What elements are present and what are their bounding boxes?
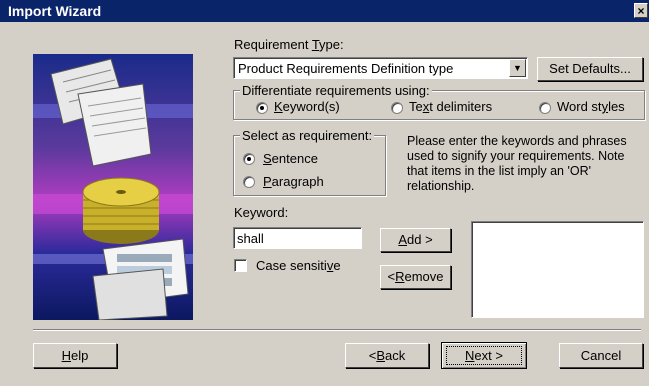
requirement-type-label-pre: Requirement: [234, 37, 312, 52]
requirement-type-label-post: ype:: [319, 37, 344, 52]
instructions-text: Please enter the keywords and phrases us…: [407, 134, 627, 193]
radio-keywords-hotkey: K: [274, 99, 283, 114]
cancel-label: Cancel: [580, 348, 622, 363]
radio-text-delimiters-label[interactable]: Text delimiters: [409, 99, 492, 114]
next-focus-ring: [446, 346, 522, 365]
chevron-down-icon: ▼: [513, 63, 522, 73]
help-button[interactable]: Help: [33, 343, 117, 368]
add-button[interactable]: Add >: [380, 228, 451, 252]
back-pre: <: [368, 348, 377, 363]
remove-hotkey: R: [395, 269, 405, 284]
radio-paragraph-rest: aragraph: [271, 174, 324, 189]
keyword-input-value: shall: [237, 231, 264, 246]
radio-sentence-rest: entence: [271, 151, 318, 166]
radio-text-delimiters[interactable]: [391, 102, 403, 114]
case-sensitive-checkbox[interactable]: [234, 259, 247, 272]
keyword-input[interactable]: shall: [233, 227, 362, 249]
close-icon: ×: [637, 4, 645, 18]
help-label: elp: [71, 348, 89, 363]
keyword-list[interactable]: [471, 221, 644, 318]
radio-paragraph-hotkey: P: [263, 174, 272, 189]
back-label: ack: [385, 348, 406, 363]
radio-word-styles[interactable]: [539, 102, 551, 114]
radio-text-delimiters-rest: t delimiters: [429, 99, 493, 114]
back-button[interactable]: < Back: [345, 343, 429, 368]
radio-text-delimiters-pre: Te: [409, 99, 423, 114]
requirement-type-value: Product Requirements Definition type: [238, 61, 454, 76]
requirement-type-select[interactable]: Product Requirements Definition type ▼: [233, 57, 528, 79]
radio-sentence-label[interactable]: Sentence: [263, 151, 318, 166]
case-sensitive-label[interactable]: Case sensitive: [256, 258, 341, 273]
differentiate-group-label: Differentiate requirements using:: [240, 83, 432, 98]
requirement-type-label-hotkey: T: [311, 37, 320, 52]
keyword-label: Keyword:: [234, 205, 289, 220]
select-as-group-label: Select as requirement:: [240, 128, 375, 143]
wizard-illustration: [33, 54, 193, 321]
radio-paragraph-label[interactable]: Paragraph: [263, 174, 324, 189]
back-hotkey: B: [376, 348, 386, 363]
add-hotkey: A: [398, 232, 407, 247]
next-button[interactable]: Next >: [441, 342, 527, 369]
requirement-type-dropdown-button[interactable]: ▼: [509, 59, 526, 77]
radio-keywords-rest: eyword(s): [282, 99, 340, 114]
radio-sentence[interactable]: [243, 153, 255, 165]
title-bar: Import Wizard ×: [0, 0, 649, 22]
close-button[interactable]: ×: [634, 3, 648, 18]
remove-pre: <: [387, 269, 396, 284]
requirement-type-label: Requirement Type:: [234, 37, 344, 52]
remove-label: emove: [404, 269, 444, 284]
remove-button[interactable]: < Remove: [380, 265, 451, 289]
window-title: Import Wizard: [8, 3, 102, 19]
cancel-button[interactable]: Cancel: [559, 343, 643, 368]
add-label: dd >: [407, 232, 433, 247]
footer-separator-highlight: [33, 330, 641, 331]
radio-word-styles-rest: les: [608, 99, 625, 114]
radio-sentence-hotkey: S: [263, 151, 272, 166]
radio-keywords-label[interactable]: Keyword(s): [274, 99, 340, 114]
set-defaults-button[interactable]: Set Defaults...: [537, 57, 643, 81]
radio-keywords[interactable]: [256, 102, 268, 114]
illustration-image: [33, 54, 193, 321]
help-hotkey: H: [61, 348, 72, 363]
set-defaults-label: Set Defaults...: [549, 61, 631, 76]
case-sensitive-post: e: [333, 258, 341, 273]
radio-paragraph[interactable]: [243, 176, 255, 188]
radio-word-styles-label[interactable]: Word styles: [557, 99, 625, 114]
case-sensitive-pre: Case sensiti: [256, 258, 327, 273]
radio-word-styles-pre: Word st: [557, 99, 602, 114]
